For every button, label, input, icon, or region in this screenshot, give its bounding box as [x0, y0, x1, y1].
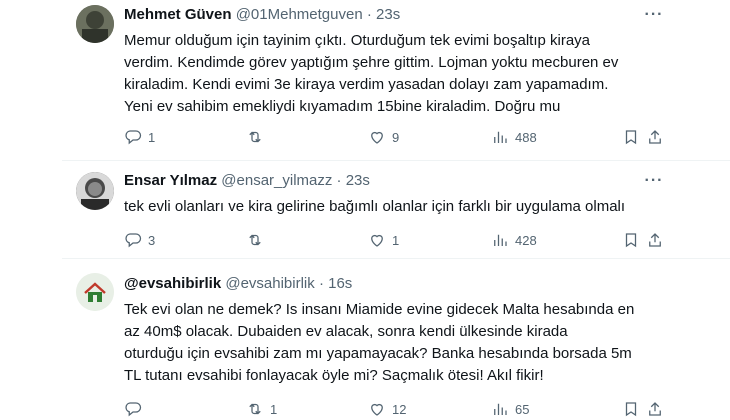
like-button[interactable]: 9 [368, 127, 399, 147]
tweet-actions: 3 1 428 [124, 230, 664, 250]
like-button[interactable]: 1 [368, 230, 399, 250]
tweet-3[interactable]: @evsahibirlik @evsahibirlik · 16s Tek ev… [0, 259, 730, 420]
reply-count: 1 [148, 129, 156, 145]
reply-icon [125, 130, 142, 145]
reply-icon [125, 233, 142, 248]
view-count: 65 [515, 401, 530, 417]
view-count: 488 [515, 129, 537, 145]
tweet-header: Mehmet Güven @01Mehmetguven · 23s [124, 6, 400, 23]
author-handle[interactable]: @evsahibirlik [225, 275, 314, 292]
retweet-icon [249, 234, 261, 246]
heart-icon [371, 131, 383, 144]
views-button[interactable]: 488 [491, 127, 537, 147]
bookmark-button[interactable] [622, 127, 640, 147]
reply-button[interactable] [124, 399, 148, 419]
like-button[interactable]: 12 [368, 399, 406, 419]
more-icon[interactable]: ··· [644, 173, 664, 194]
tweet-header: @evsahibirlik @evsahibirlik · 16s [124, 275, 352, 292]
timestamp[interactable]: 16s [328, 275, 352, 292]
bookmark-button[interactable] [622, 230, 640, 250]
tweet-text: Tek evi olan ne demek? Is insanı Miamide… [124, 301, 635, 384]
like-count: 12 [392, 401, 407, 417]
share-icon [649, 130, 661, 144]
like-count: 1 [392, 232, 400, 248]
tweet-text: Memur olduğum için tayinim çıktı. Oturdu… [124, 32, 619, 115]
view-count: 428 [515, 232, 537, 248]
retweet-count: 1 [270, 401, 278, 417]
share-icon [649, 233, 661, 247]
avatar-image [76, 172, 114, 210]
retweet-button[interactable] [246, 127, 270, 147]
bookmark-icon [625, 130, 637, 145]
tweet-2[interactable]: Ensar Yılmaz @ensar_yilmazz · 23s ··· te… [0, 161, 730, 258]
timestamp[interactable]: 23s [376, 6, 400, 23]
reply-icon [125, 402, 142, 417]
reply-count: 3 [148, 232, 156, 248]
bookmark-icon [625, 233, 637, 248]
separator: · [336, 172, 342, 189]
author-name[interactable]: Ensar Yılmaz [124, 172, 217, 189]
avatar[interactable] [76, 5, 114, 43]
author-handle[interactable]: @ensar_yilmazz [221, 172, 332, 189]
tweet-1[interactable]: Mehmet Güven @01Mehmetguven · 23s ··· Me… [0, 0, 730, 160]
tweet-header: Ensar Yılmaz @ensar_yilmazz · 23s [124, 172, 370, 189]
timestamp[interactable]: 23s [346, 172, 370, 189]
share-icon [649, 402, 661, 416]
author-name[interactable]: Mehmet Güven [124, 6, 232, 23]
bookmark-button[interactable] [622, 399, 640, 419]
share-button[interactable] [646, 127, 664, 147]
avatar[interactable] [76, 273, 114, 311]
author-handle[interactable]: @01Mehmetguven [236, 6, 363, 23]
tweet-actions: 1 9 488 [124, 127, 664, 147]
heart-icon [371, 403, 383, 416]
separator: · [318, 275, 324, 292]
views-button[interactable]: 65 [491, 399, 529, 419]
like-count: 9 [392, 129, 400, 145]
house-logo-icon [76, 273, 114, 311]
avatar-image [76, 5, 114, 43]
share-button[interactable] [646, 230, 664, 250]
tweet-text: tek evli olanları ve kira gelirine bağım… [124, 198, 626, 215]
retweet-icon [249, 403, 261, 415]
avatar[interactable] [76, 172, 114, 210]
separator: · [366, 6, 372, 23]
tweet-actions: 1 12 65 [124, 399, 664, 419]
retweet-button[interactable] [246, 230, 270, 250]
views-icon [494, 234, 507, 246]
reply-button[interactable]: 3 [124, 230, 155, 250]
views-button[interactable]: 428 [491, 230, 537, 250]
views-icon [494, 403, 507, 415]
more-icon[interactable]: ··· [644, 7, 664, 28]
share-button[interactable] [646, 399, 664, 419]
heart-icon [371, 234, 383, 247]
reply-button[interactable]: 1 [124, 127, 155, 147]
bookmark-icon [625, 402, 637, 417]
author-name[interactable]: @evsahibirlik [124, 275, 221, 292]
retweet-icon [249, 131, 261, 143]
retweet-button[interactable]: 1 [246, 399, 277, 419]
views-icon [494, 131, 507, 143]
